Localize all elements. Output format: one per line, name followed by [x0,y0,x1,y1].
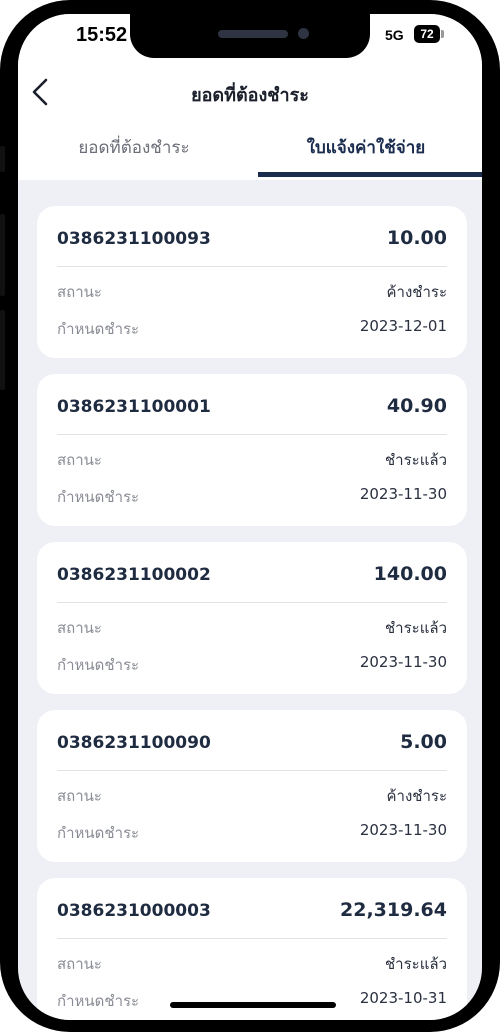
status-time: 15:52 [76,24,128,46]
divider [57,434,447,435]
status-label: สถานะ [57,787,102,805]
battery-icon: 72 [414,25,440,43]
bill-amount: 22,319.64 [340,899,447,921]
bill-card[interactable]: 0386231100002 140.00 สถานะ ชำระแล้ว กำหน… [37,542,467,694]
network-indicator: 5G [385,27,404,43]
bill-number: 0386231000003 [57,901,211,921]
due-date-label: กำหนดชำระ [57,992,140,1010]
front-camera [298,28,309,39]
tab-outstanding[interactable]: ยอดที่ต้องชำระ [18,122,250,180]
due-date-value: 2023-11-30 [359,653,447,671]
bill-number: 0386231100002 [57,565,211,585]
app-screen: 15:52 5G 72 ยอดที่ต้องชำระ ยอดที่ต้องชำร… [18,14,482,1020]
due-date-label: กำหนดชำระ [57,320,140,338]
due-date-value: 2023-10-31 [359,989,447,1007]
notch [130,14,370,58]
page-title: ยอดที่ต้องชำระ [191,85,309,106]
bill-number: 0386231100090 [57,733,211,753]
divider [57,266,447,267]
active-tab-indicator [258,172,482,177]
home-indicator[interactable] [170,1002,336,1008]
bill-card[interactable]: 0386231000003 22,319.64 สถานะ ชำระแล้ว ก… [37,878,467,1020]
bill-card[interactable]: 0386231100090 5.00 สถานะ ค้างชำระ กำหนดช… [37,710,467,862]
divider [57,938,447,939]
due-date-label: กำหนดชำระ [57,824,140,842]
due-date-label: กำหนดชำระ [57,488,140,506]
bill-card[interactable]: 0386231100001 40.90 สถานะ ชำระแล้ว กำหนด… [37,374,467,526]
bill-number: 0386231100001 [57,397,211,417]
bill-amount: 140.00 [373,563,447,585]
due-date-value: 2023-12-01 [359,317,447,335]
speaker [218,30,288,38]
bill-card[interactable]: 0386231100093 10.00 สถานะ ค้างชำระ กำหนด… [37,206,467,358]
status-label: สถานะ [57,955,102,973]
volume-up-button [0,214,5,296]
divider [57,602,447,603]
status-label: สถานะ [57,451,102,469]
status-bar: 15:52 5G 72 [18,14,482,64]
due-date-value: 2023-11-30 [359,821,447,839]
status-value: ชำระแล้ว [385,955,447,973]
bill-amount: 10.00 [386,227,447,249]
bill-amount: 5.00 [400,731,447,753]
due-date-value: 2023-11-30 [359,485,447,503]
bill-number: 0386231100093 [57,229,211,249]
mute-switch [0,146,5,172]
due-date-label: กำหนดชำระ [57,656,140,674]
status-value: ชำระแล้ว [385,619,447,637]
status-label: สถานะ [57,619,102,637]
phone-frame: 15:52 5G 72 ยอดที่ต้องชำระ ยอดที่ต้องชำร… [0,0,500,1032]
battery-tip [441,30,444,38]
status-value: ค้างชำระ [386,787,448,805]
status-label: สถานะ [57,283,102,301]
nav-bar: ยอดที่ต้องชำระ [18,64,482,122]
volume-down-button [0,310,5,390]
status-value: ชำระแล้ว [385,451,447,469]
divider [57,770,447,771]
bill-amount: 40.90 [386,395,447,417]
status-value: ค้างชำระ [386,283,448,301]
